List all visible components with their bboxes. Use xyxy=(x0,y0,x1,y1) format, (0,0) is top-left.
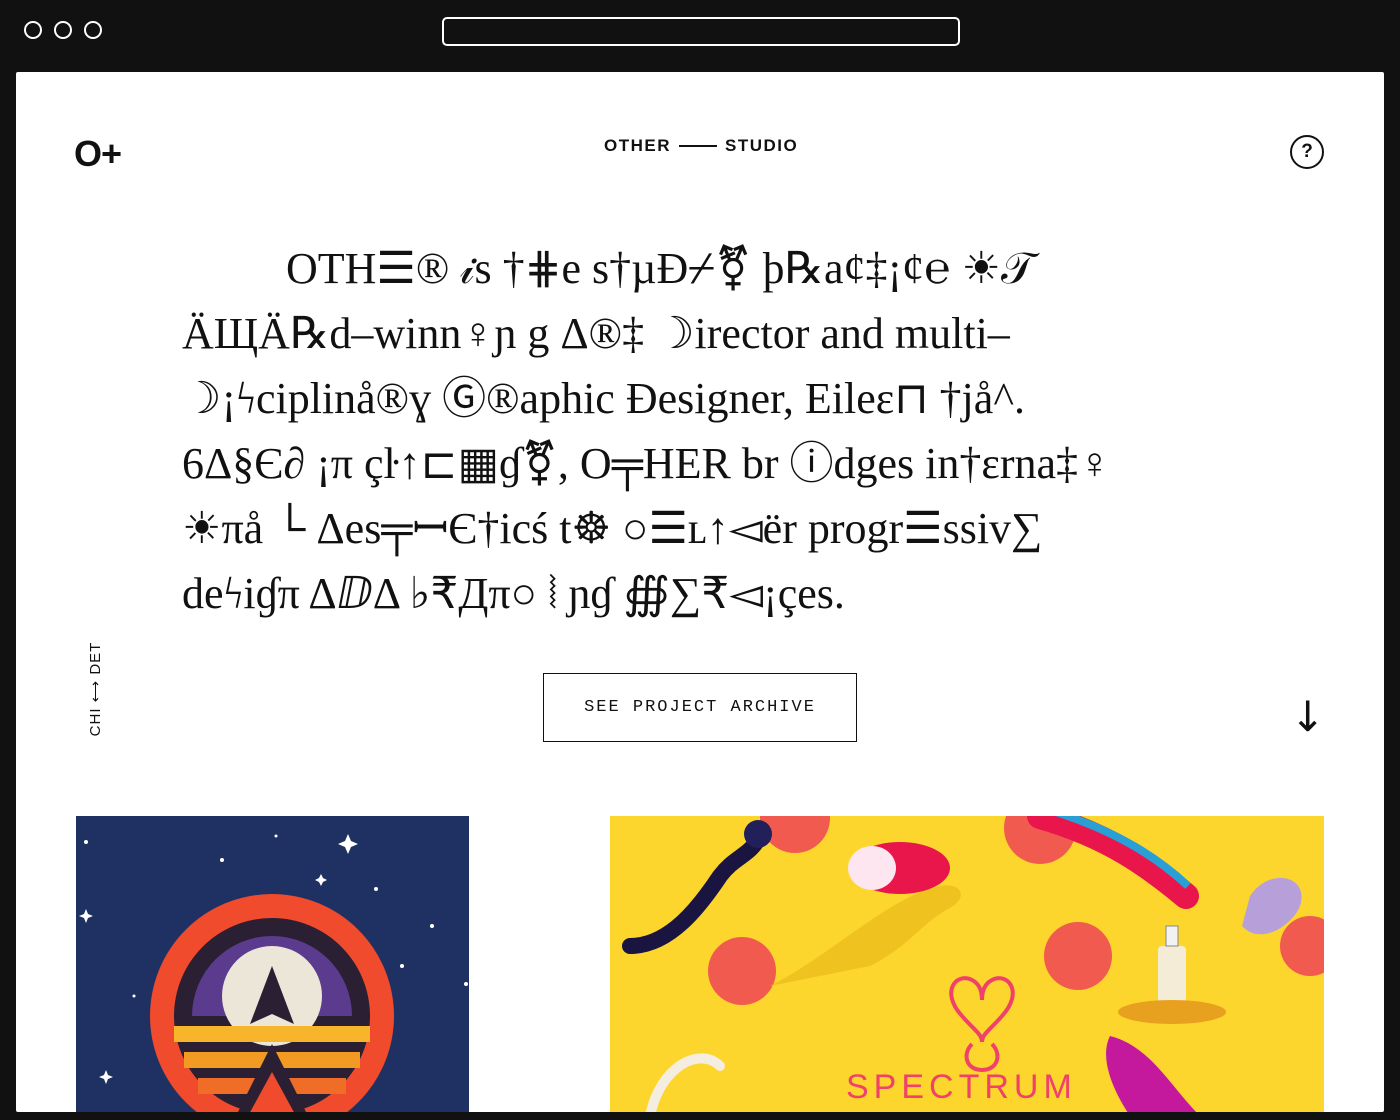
wordmark-dash xyxy=(679,145,717,147)
page-viewport: O+ OTHER STUDIO ? OTH☰® 𝒾s †⋕e s†µĐ⌿⚧ þ℞… xyxy=(16,72,1384,1112)
project-card-1[interactable] xyxy=(76,816,469,1112)
studio-wordmark[interactable]: OTHER STUDIO xyxy=(604,136,798,156)
intro-line: 6Δ§Є∂ ¡π çŀ↑⊏▦ɠ⚧, O╤HER br ⓘdges in†ɛrna… xyxy=(182,439,1112,488)
intro-statement: OTH☰® 𝒾s †⋕e s†µĐ⌿⚧ þ℞a¢‡¡¢℮ ☀𝒯 ÄЩÄ℞d–wi… xyxy=(182,236,1222,626)
window-minimize-dot[interactable] xyxy=(54,21,72,39)
scroll-down-arrow-icon[interactable]: ↓ xyxy=(1290,696,1325,738)
studio-word-left: OTHER xyxy=(604,136,671,155)
window-maximize-dot[interactable] xyxy=(84,21,102,39)
studio-word-right: STUDIO xyxy=(725,136,799,155)
project-card-2[interactable]: SPECTRUM xyxy=(610,816,1324,1112)
project-title: SPECTRUM xyxy=(846,1068,1077,1106)
project-archive-button[interactable]: SEE PROJECT ARCHIVE xyxy=(543,673,857,742)
site-logo[interactable]: O+ xyxy=(74,136,122,172)
location-label: CHI ⟷ DET xyxy=(80,636,104,746)
project-1-artwork xyxy=(79,834,468,1112)
intro-line: OTH☰® 𝒾s †⋕e s†µĐ⌿⚧ þ℞a¢‡¡¢℮ ☀𝒯 xyxy=(286,244,1035,293)
intro-line: deϟiɠπ ΔⅅΔ ♭₹Дπ○ ⦚ ɲɠ ∰∑₹◅¡çes. xyxy=(182,569,845,618)
browser-window: O+ OTHER STUDIO ? OTH☰® 𝒾s †⋕e s†µĐ⌿⚧ þ℞… xyxy=(0,0,1400,1120)
intro-line: ☽¡ϟciplinå®ɣ Ⓖ®aphic Đesigner, Eileɛ⊓ †j… xyxy=(182,374,1025,423)
address-bar[interactable] xyxy=(442,17,960,46)
intro-line: ÄЩÄ℞d–winn♀ɲ g Δ®‡ ☽irector and multi– xyxy=(182,309,1010,358)
intro-line: ☀πå └ Δes╤ꟷЄ†icś t☸ ○☰ʟ↑◅ër progr☰ssiv∑ xyxy=(182,504,1043,553)
window-close-dot[interactable] xyxy=(24,21,42,39)
location-text: CHI ⟷ DET xyxy=(87,641,104,737)
browser-chrome xyxy=(0,0,1400,62)
help-icon[interactable]: ? xyxy=(1290,135,1324,169)
